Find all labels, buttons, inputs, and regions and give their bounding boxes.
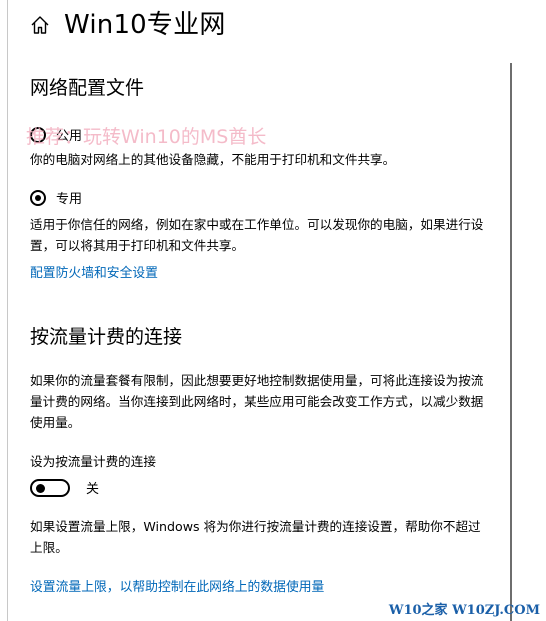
metered-toggle-row[interactable]: 关 <box>30 478 99 497</box>
radio-public-indicator[interactable] <box>30 126 46 143</box>
data-limit-note: 如果设置流量上限，Windows 将为你进行按流量计费的连接设置，帮助你不超过上… <box>30 519 481 555</box>
public-description: 你的电脑对网络上的其他设备隐藏，不能用于打印机和文件共享。 <box>30 152 396 167</box>
network-profile-title: 网络配置文件 <box>30 77 145 99</box>
radio-private[interactable]: 专用 <box>30 188 82 207</box>
metered-toggle-state: 关 <box>86 482 100 497</box>
settings-page: Win10专业网 网络配置文件 公用 你的电脑对网络上的其他设备隐藏，不能用于打… <box>0 0 546 621</box>
toggle-knob <box>36 483 45 493</box>
radio-public[interactable]: 公用 <box>30 125 82 144</box>
metered-connection-title: 按流量计费的连接 <box>30 326 183 348</box>
metered-description: 如果你的流量套餐有限制，因此想要更好地控制数据使用量，可将此连接设为按流量计费的… <box>30 373 484 430</box>
firewall-settings-link[interactable]: 配置防火墙和安全设置 <box>30 265 158 283</box>
private-description: 适用于你信任的网络，例如在家中或在工作单位。可以发现你的电脑，如果进行设置，可以… <box>30 217 484 253</box>
page-title: Win10专业网 <box>64 10 226 40</box>
metered-toggle-label: 设为按流量计费的连接 <box>30 454 156 469</box>
radio-private-indicator[interactable] <box>30 189 46 206</box>
radio-public-label: 公用 <box>56 129 83 144</box>
page-header: Win10专业网 <box>30 8 226 42</box>
radio-private-label: 专用 <box>56 192 83 207</box>
set-data-limit-link[interactable]: 设置流量上限，以帮助控制在此网络上的数据使用量 <box>30 579 324 597</box>
scrollbar[interactable] <box>510 63 512 621</box>
home-icon[interactable] <box>30 15 50 35</box>
window-edge <box>7 0 8 621</box>
site-watermark: W10之家 W10ZJ.COM <box>388 603 540 618</box>
metered-toggle-switch[interactable] <box>30 478 70 497</box>
